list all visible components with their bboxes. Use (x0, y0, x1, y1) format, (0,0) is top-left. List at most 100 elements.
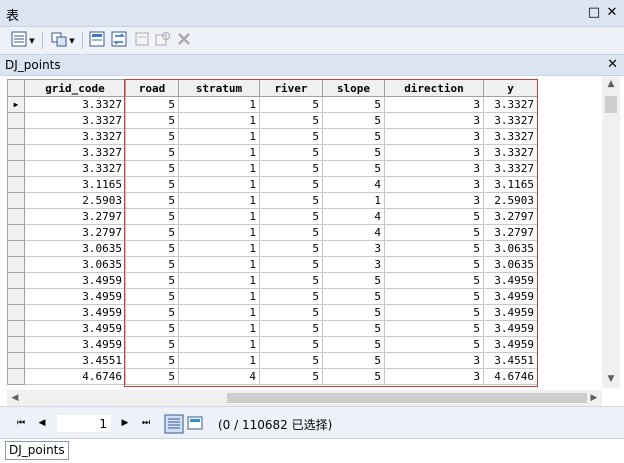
row-selector[interactable] (7, 336, 25, 353)
table-cell-slope[interactable]: 5 (322, 336, 385, 353)
table-cell-slope[interactable]: 5 (322, 304, 385, 321)
close-table-button[interactable]: ✕ (607, 57, 618, 72)
table-cell-river[interactable]: 5 (259, 160, 323, 177)
table-cell-stratum[interactable]: 1 (178, 160, 260, 177)
table-cell-y[interactable]: 3.0635 (483, 256, 538, 273)
scroll-down-icon[interactable]: ▼ (602, 371, 620, 388)
row-selector[interactable] (7, 208, 25, 225)
delete-selected-button[interactable] (176, 31, 192, 50)
table-row[interactable]: 3.1165 5 1 5 4 3 3.1165 (7, 176, 538, 193)
table-cell-road[interactable]: 5 (125, 176, 179, 193)
table-cell-grid-code[interactable]: 3.3327 (24, 128, 126, 145)
table-cell-road[interactable]: 5 (125, 336, 179, 353)
row-selector[interactable] (7, 256, 25, 273)
vertical-scrollbar[interactable]: ▲ ▼ (602, 76, 620, 388)
row-selector[interactable] (7, 240, 25, 257)
table-cell-river[interactable]: 5 (259, 336, 323, 353)
column-header[interactable]: direction (384, 79, 484, 97)
table-cell-grid-code[interactable]: 3.3327 (24, 160, 126, 177)
scroll-up-icon[interactable]: ▲ (602, 76, 620, 93)
table-row[interactable]: 2.5903 5 1 5 1 3 2.5903 (7, 192, 538, 209)
row-selector[interactable] (7, 128, 25, 145)
table-row[interactable]: 3.4959 5 1 5 5 5 3.4959 (7, 288, 538, 305)
row-selector[interactable] (7, 288, 25, 305)
column-header[interactable]: stratum (178, 79, 260, 97)
table-cell-stratum[interactable]: 1 (178, 256, 260, 273)
row-selector[interactable] (7, 160, 25, 177)
table-cell-stratum[interactable]: 1 (178, 128, 260, 145)
table-cell-road[interactable]: 5 (125, 96, 179, 113)
table-cell-direction[interactable]: 3 (384, 96, 484, 113)
table-cell-y[interactable]: 3.4551 (483, 352, 538, 369)
table-cell-direction[interactable]: 5 (384, 320, 484, 337)
table-cell-direction[interactable]: 3 (384, 112, 484, 129)
row-selector[interactable] (7, 144, 25, 161)
table-cell-direction[interactable]: 5 (384, 240, 484, 257)
table-cell-y[interactable]: 3.3327 (483, 96, 538, 113)
table-cell-stratum[interactable]: 1 (178, 192, 260, 209)
table-cell-grid-code[interactable]: 4.6746 (24, 368, 126, 385)
table-cell-stratum[interactable]: 1 (178, 144, 260, 161)
table-cell-slope[interactable]: 4 (322, 176, 385, 193)
switch-selection-button[interactable] (110, 31, 128, 50)
table-cell-slope[interactable]: 4 (322, 208, 385, 225)
last-record-button[interactable]: ⏭ (139, 416, 153, 430)
horizontal-scrollbar[interactable]: ◀ ▶ (7, 390, 602, 406)
table-cell-road[interactable]: 5 (125, 256, 179, 273)
table-cell-road[interactable]: 5 (125, 224, 179, 241)
table-cell-grid-code[interactable]: 3.4959 (24, 288, 126, 305)
table-cell-slope[interactable]: 5 (322, 112, 385, 129)
table-cell-y[interactable]: 3.3327 (483, 128, 538, 145)
zoom-to-selected-button[interactable] (154, 31, 172, 50)
scroll-right-icon[interactable]: ▶ (586, 390, 602, 406)
table-cell-stratum[interactable]: 1 (178, 208, 260, 225)
scroll-left-icon[interactable]: ◀ (7, 390, 23, 406)
table-row[interactable]: 3.3327 5 1 5 5 3 3.3327 (7, 112, 538, 129)
row-selector[interactable] (7, 224, 25, 241)
table-cell-y[interactable]: 3.3327 (483, 144, 538, 161)
table-cell-road[interactable]: 5 (125, 288, 179, 305)
select-by-attributes-button[interactable] (88, 31, 106, 50)
row-selector[interactable] (7, 192, 25, 209)
table-cell-stratum[interactable]: 1 (178, 320, 260, 337)
column-header[interactable]: y (483, 79, 538, 97)
table-cell-slope[interactable]: 5 (322, 320, 385, 337)
table-cell-slope[interactable]: 5 (322, 368, 385, 385)
table-cell-road[interactable]: 5 (125, 272, 179, 289)
row-selector[interactable] (7, 304, 25, 321)
table-options-button[interactable]: ▼ (8, 31, 38, 50)
table-cell-direction[interactable]: 5 (384, 288, 484, 305)
table-cell-y[interactable]: 3.0635 (483, 240, 538, 257)
column-header[interactable]: road (125, 79, 179, 97)
table-cell-direction[interactable]: 3 (384, 192, 484, 209)
table-cell-grid-code[interactable]: 3.0635 (24, 240, 126, 257)
table-cell-road[interactable]: 5 (125, 208, 179, 225)
table-cell-river[interactable]: 5 (259, 176, 323, 193)
table-cell-river[interactable]: 5 (259, 112, 323, 129)
table-cell-grid-code[interactable]: 3.3327 (24, 144, 126, 161)
column-header[interactable]: grid_code (24, 79, 126, 97)
table-cell-direction[interactable]: 3 (384, 160, 484, 177)
table-tab-title[interactable]: DJ_points (5, 58, 61, 72)
table-row[interactable]: 3.4959 5 1 5 5 5 3.4959 (7, 320, 538, 337)
row-selector[interactable] (7, 272, 25, 289)
table-cell-river[interactable]: 5 (259, 352, 323, 369)
row-selector[interactable] (7, 368, 25, 385)
clear-selection-button[interactable] (133, 31, 151, 50)
table-cell-river[interactable]: 5 (259, 128, 323, 145)
table-cell-y[interactable]: 3.2797 (483, 224, 538, 241)
table-cell-road[interactable]: 5 (125, 192, 179, 209)
horizontal-scroll-thumb[interactable] (227, 393, 587, 403)
table-cell-stratum[interactable]: 1 (178, 224, 260, 241)
table-cell-y[interactable]: 3.1165 (483, 176, 538, 193)
table-row[interactable]: 3.4551 5 1 5 5 3 3.4551 (7, 352, 538, 369)
table-cell-grid-code[interactable]: 3.0635 (24, 256, 126, 273)
table-cell-grid-code[interactable]: 3.3327 (24, 96, 126, 113)
table-row[interactable]: 3.0635 5 1 5 3 5 3.0635 (7, 256, 538, 273)
table-cell-river[interactable]: 5 (259, 208, 323, 225)
table-cell-direction[interactable]: 3 (384, 176, 484, 193)
table-cell-road[interactable]: 5 (125, 144, 179, 161)
table-cell-stratum[interactable]: 1 (178, 336, 260, 353)
table-cell-y[interactable]: 3.4959 (483, 336, 538, 353)
table-row[interactable]: 4.6746 5 4 5 5 3 4.6746 (7, 368, 538, 385)
